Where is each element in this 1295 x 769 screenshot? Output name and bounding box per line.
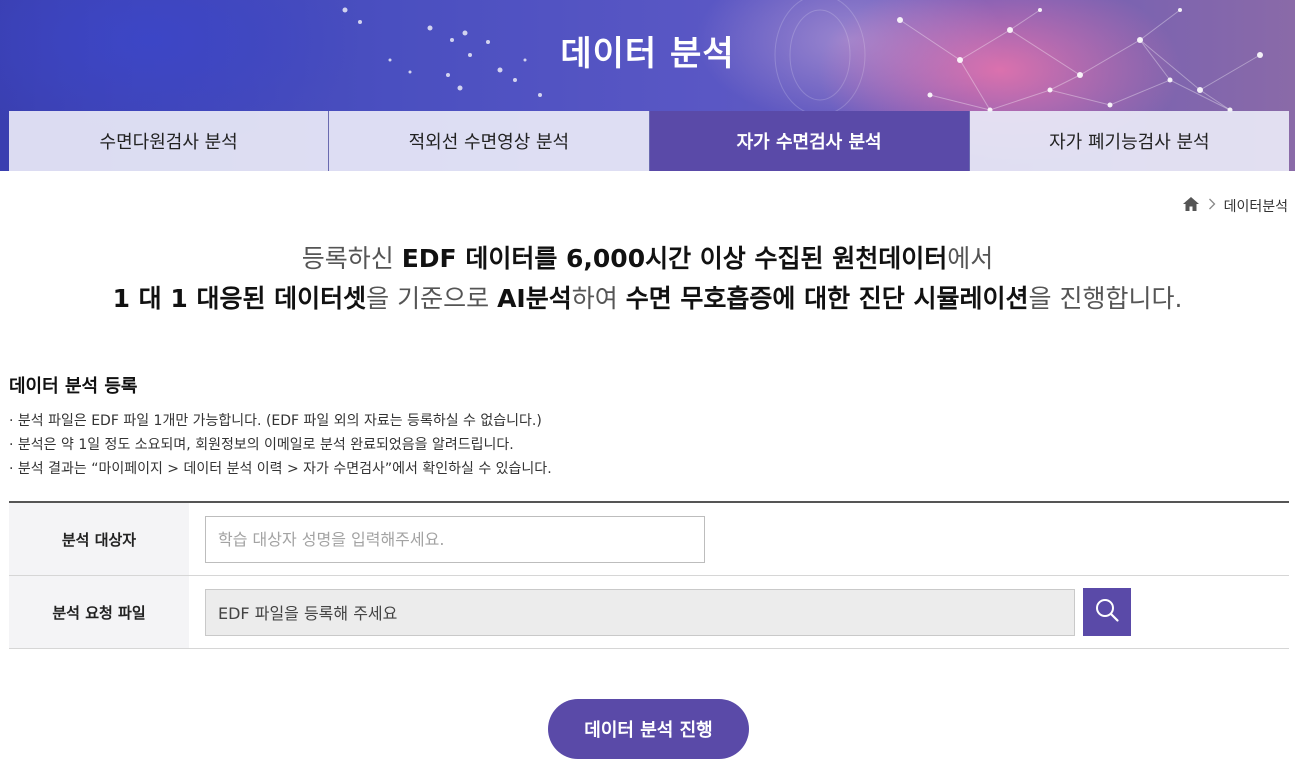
intro-text-strong: EDF 데이터를 6,000시간 이상 수집된 원천데이터	[401, 244, 948, 273]
subject-name-input[interactable]	[205, 515, 705, 563]
subject-label: 분석 대상자	[9, 503, 189, 575]
intro-text-strong: 1 대 1 대응된 데이터셋	[112, 284, 367, 313]
subject-cell	[189, 503, 1289, 575]
file-browse-button[interactable]	[1083, 588, 1131, 636]
intro-text: 에서	[947, 244, 994, 273]
intro-line-2: 1 대 1 대응된 데이터셋을 기준으로 AI분석하여 수면 무호흡증에 대한 …	[0, 280, 1295, 318]
section-title: 데이터 분석 등록	[9, 376, 138, 397]
file-cell: EDF 파일을 등록해 주세요	[189, 576, 1289, 648]
form-row-file: 분석 요청 파일 EDF 파일을 등록해 주세요	[9, 576, 1289, 649]
file-path-field[interactable]: EDF 파일을 등록해 주세요	[205, 588, 1075, 636]
notice-item: · 분석은 약 1일 정도 소요되며, 회원정보의 이메일로 분석 완료되었음을…	[9, 437, 514, 453]
form-row-subject: 분석 대상자	[9, 503, 1289, 576]
notice-item: · 분석 결과는 “마이페이지 > 데이터 분석 이력 > 자가 수면검사”에서…	[9, 461, 552, 477]
intro-text: 을 진행합니다.	[1028, 284, 1183, 313]
tab-infrared-video[interactable]: 적외선 수면영상 분석	[329, 111, 650, 171]
file-label: 분석 요청 파일	[9, 576, 189, 648]
notice-item: · 분석 파일은 EDF 파일 1개만 가능합니다. (EDF 파일 외의 자료…	[9, 413, 542, 429]
page-title: 데이터 분석	[560, 34, 735, 74]
tab-self-sleep-test[interactable]: 자가 수면검사 분석	[649, 111, 970, 171]
breadcrumb: 데이터분석	[1182, 195, 1288, 217]
notice-list: · 분석 파일은 EDF 파일 1개만 가능합니다. (EDF 파일 외의 자료…	[9, 409, 552, 481]
tab-self-lung-function[interactable]: 자가 폐기능검사 분석	[969, 111, 1289, 171]
intro-text: 하여	[571, 284, 626, 313]
intro-text: 등록하신	[301, 244, 402, 273]
intro-text-strong: AI분석	[497, 284, 572, 313]
chevron-right-icon	[1208, 198, 1216, 214]
intro-text-strong: 수면 무호흡증에 대한 진단 시뮬레이션	[625, 284, 1029, 313]
start-analysis-button[interactable]: 데이터 분석 진행	[548, 699, 749, 759]
home-icon[interactable]	[1182, 196, 1200, 216]
analysis-tabs: 수면다원검사 분석 적외선 수면영상 분석 자가 수면검사 분석 자가 폐기능검…	[9, 111, 1289, 171]
search-icon	[1094, 597, 1120, 627]
intro-line-1: 등록하신 EDF 데이터를 6,000시간 이상 수집된 원천데이터에서	[0, 240, 1295, 278]
intro-text: 을 기준으로	[366, 284, 498, 313]
tab-polysomnography[interactable]: 수면다원검사 분석	[9, 111, 330, 171]
register-form: 분석 대상자 분석 요청 파일 EDF 파일을 등록해 주세요	[9, 501, 1289, 649]
breadcrumb-current: 데이터분석	[1223, 199, 1288, 215]
